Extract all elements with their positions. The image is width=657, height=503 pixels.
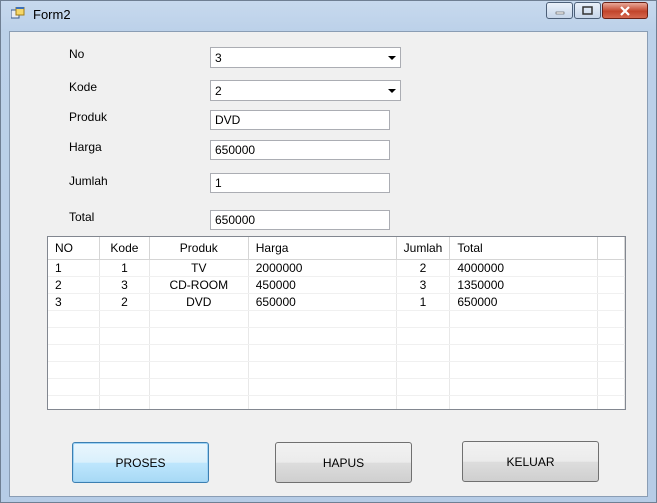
column-header-filler [597, 237, 625, 260]
cell-kode[interactable]: 3 [99, 276, 150, 294]
cell-harga[interactable]: 450000 [248, 276, 397, 294]
cell-jumlah[interactable]: 2 [396, 259, 451, 277]
column-header-produk[interactable]: Produk [149, 237, 249, 260]
cell-filler [597, 276, 625, 294]
no-combobox-value: 3 [215, 51, 222, 65]
cell-filler [597, 293, 625, 311]
cell-total[interactable]: 4000000 [449, 259, 599, 277]
window-title: Form2 [33, 7, 71, 22]
jumlah-label: Jumlah [69, 174, 108, 188]
cell-kode[interactable]: 1 [99, 259, 150, 277]
kode-combobox-value: 2 [215, 84, 222, 98]
cell-no[interactable]: 3 [48, 293, 101, 311]
jumlah-field[interactable]: 1 [210, 173, 390, 193]
total-field[interactable]: 650000 [210, 210, 390, 230]
cell-kode[interactable]: 2 [99, 293, 150, 311]
cell-produk[interactable]: TV [149, 259, 249, 277]
produk-label: Produk [69, 110, 108, 124]
table-row[interactable]: 3 2 DVD 650000 1 650000 [48, 293, 625, 311]
empty-row [48, 327, 625, 345]
app-icon [11, 7, 25, 19]
harga-label: Harga [69, 140, 102, 154]
empty-row [48, 344, 625, 362]
no-combobox[interactable]: 3 [210, 47, 401, 68]
kode-combobox[interactable]: 2 [210, 80, 401, 101]
table-row[interactable]: 1 1 TV 2000000 2 4000000 [48, 259, 625, 277]
window-controls [545, 2, 648, 20]
maximize-button[interactable] [574, 2, 601, 19]
harga-field[interactable]: 650000 [210, 140, 390, 160]
column-header-no[interactable]: NO [48, 237, 101, 260]
cell-filler [597, 259, 625, 277]
data-grid[interactable]: NO Kode Produk Harga Jumlah Total 1 1 TV… [47, 236, 626, 410]
column-header-harga[interactable]: Harga [248, 237, 397, 260]
cell-produk[interactable]: CD-ROOM [149, 276, 249, 294]
cell-total[interactable]: 1350000 [449, 276, 599, 294]
cell-no[interactable]: 2 [48, 276, 101, 294]
minimize-button[interactable] [546, 2, 573, 19]
cell-jumlah[interactable]: 1 [396, 293, 451, 311]
total-label: Total [69, 210, 95, 224]
empty-row [48, 378, 625, 396]
kode-label: Kode [69, 80, 98, 94]
minimize-icon [555, 11, 564, 14]
produk-field[interactable]: DVD [210, 110, 390, 130]
cell-harga[interactable]: 2000000 [248, 259, 397, 277]
cell-harga[interactable]: 650000 [248, 293, 397, 311]
column-header-kode[interactable]: Kode [99, 237, 150, 260]
proses-button[interactable]: PROSES [72, 442, 209, 483]
data-grid-table: NO Kode Produk Harga Jumlah Total 1 1 TV… [48, 237, 625, 409]
title-bar[interactable]: Form2 [1, 1, 656, 27]
cell-jumlah[interactable]: 3 [396, 276, 451, 294]
keluar-button[interactable]: KELUAR [462, 441, 599, 482]
column-header-total[interactable]: Total [449, 237, 599, 260]
empty-row [48, 395, 625, 409]
cell-total[interactable]: 650000 [449, 293, 599, 311]
cell-no[interactable]: 1 [48, 259, 101, 277]
no-label: No [69, 47, 85, 61]
maximize-icon [582, 6, 593, 15]
hapus-button[interactable]: HAPUS [275, 442, 412, 483]
chevron-down-icon[interactable] [388, 89, 396, 93]
table-row[interactable]: 2 3 CD-ROOM 450000 3 1350000 [48, 276, 625, 294]
close-button[interactable] [602, 2, 648, 19]
column-header-jumlah[interactable]: Jumlah [396, 237, 451, 260]
cell-produk[interactable]: DVD [149, 293, 249, 311]
empty-row [48, 310, 625, 328]
empty-row [48, 361, 625, 379]
grid-header-row: NO Kode Produk Harga Jumlah Total [48, 237, 625, 260]
chevron-down-icon[interactable] [388, 56, 396, 60]
close-icon [620, 5, 630, 16]
